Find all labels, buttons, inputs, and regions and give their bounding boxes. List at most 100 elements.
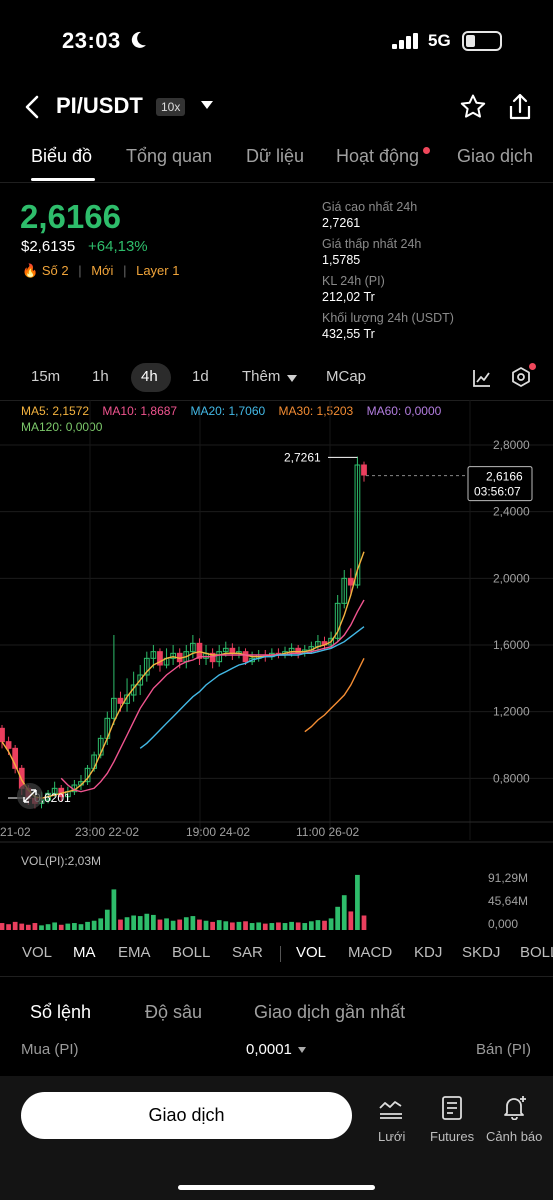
sell-column-label: Bán (PI) <box>476 1041 532 1058</box>
volume-bar <box>151 914 156 930</box>
chart-settings-icon[interactable] <box>510 366 532 390</box>
indicator-kdj[interactable]: KDJ <box>414 944 442 961</box>
volume-bar <box>170 920 176 930</box>
stat-vol-usdt-label: Khối lượng 24h (USDT) <box>322 311 454 325</box>
volume-bar <box>256 922 262 930</box>
favorite-star-icon[interactable] <box>459 93 487 121</box>
volume-bar <box>295 922 301 930</box>
timeframe-1d[interactable]: 1d <box>192 368 209 385</box>
volume-bar <box>322 920 327 930</box>
volume-bar <box>6 924 11 930</box>
divider <box>0 182 553 183</box>
volume-bar <box>302 923 308 930</box>
active-tab-indicator <box>31 178 95 181</box>
volume-bar <box>289 921 294 930</box>
tab-recent-trades[interactable]: Giao dịch gần nhất <box>254 1002 405 1023</box>
volume-bar <box>111 889 117 930</box>
candle-down <box>117 697 124 704</box>
indicator-sar[interactable]: SAR <box>232 944 263 961</box>
trade-button[interactable]: Giao dịch <box>21 1092 352 1139</box>
tab-activity[interactable]: Hoạt động <box>336 146 419 167</box>
volume-bar <box>282 923 288 930</box>
volume-bar <box>98 918 104 930</box>
timeframe-mcap[interactable]: MCap <box>326 368 366 385</box>
indicator-boll[interactable]: BOLL <box>172 944 210 961</box>
volume-bar <box>65 923 71 930</box>
signal-icon <box>392 33 418 49</box>
candle-down <box>295 647 302 654</box>
volume-bar <box>355 874 360 930</box>
volume-bar <box>203 920 209 930</box>
indicator-icon[interactable] <box>471 367 493 389</box>
stat-vol-pi-label: KL 24h (PI) <box>322 274 385 288</box>
volume-bar <box>12 921 18 930</box>
volume-bar <box>118 919 123 930</box>
alert-bell-icon[interactable] <box>501 1094 529 1120</box>
volume-bar <box>131 915 137 930</box>
home-indicator <box>178 1185 375 1190</box>
buy-column-label: Mua (PI) <box>21 1041 79 1058</box>
volume-bar <box>72 923 77 930</box>
tab-order-book[interactable]: Sổ lệnh <box>30 1002 91 1023</box>
pair-dropdown-icon[interactable] <box>201 101 213 109</box>
timeframe-15m[interactable]: 15m <box>31 368 60 385</box>
volume-bar <box>197 919 202 930</box>
volume-bar <box>315 920 321 930</box>
indicator-skdj[interactable]: SKDJ <box>462 944 500 961</box>
tag-layer[interactable]: Layer 1 <box>136 263 179 278</box>
indicator-macd[interactable]: MACD <box>348 944 392 961</box>
pair-title[interactable]: PI/USDT <box>56 93 143 119</box>
indicator-sub-boll[interactable]: BOLL <box>520 944 553 961</box>
candle-down <box>0 727 5 743</box>
tab-chart[interactable]: Biểu đồ <box>31 146 92 167</box>
volume-bar <box>249 923 255 930</box>
volume-bar <box>216 920 222 930</box>
volume-bar <box>104 909 110 930</box>
fire-icon: 🔥 <box>22 263 39 278</box>
chevron-down-icon[interactable] <box>298 1047 306 1053</box>
tag-row: 🔥 Số 2 | Mới | Layer 1 <box>22 263 179 279</box>
volume-bar <box>39 925 44 930</box>
back-icon[interactable] <box>22 94 42 120</box>
indicator-sub-vol[interactable]: VOL <box>296 944 326 961</box>
volume-bar <box>52 922 58 930</box>
share-icon[interactable] <box>507 92 533 122</box>
timeframe-more[interactable]: Thêm <box>242 368 280 385</box>
volume-bar <box>223 921 229 930</box>
nav-futures-label[interactable]: Futures <box>430 1129 474 1144</box>
indicator-ema[interactable]: EMA <box>118 944 151 961</box>
chevron-down-icon[interactable] <box>287 375 297 382</box>
grid-bot-icon[interactable] <box>378 1096 404 1120</box>
stat-high-label: Giá cao nhất 24h <box>322 200 418 214</box>
volume-bar <box>0 923 5 930</box>
nav-grid-label[interactable]: Lưới <box>378 1129 405 1144</box>
nav-alert-label[interactable]: Cảnh báo <box>486 1129 542 1144</box>
tab-data[interactable]: Dữ liệu <box>246 146 304 167</box>
volume-bar <box>144 913 150 930</box>
volume-bar <box>19 923 25 930</box>
tag-new[interactable]: Mới <box>91 263 113 278</box>
volume-bar <box>243 921 248 930</box>
timeframe-1h[interactable]: 1h <box>92 368 109 385</box>
volume-axis-label: 0,000 <box>488 917 518 931</box>
tab-overview[interactable]: Tổng quan <box>126 146 212 167</box>
indicator-ma[interactable]: MA <box>73 944 96 961</box>
tag-separator: | <box>123 263 127 278</box>
precision-selector[interactable]: 0,0001 <box>246 1041 292 1058</box>
stat-high-value: 2,7261 <box>322 216 361 230</box>
candle-down <box>361 464 367 476</box>
tag-rank[interactable]: Số 2 <box>42 263 69 278</box>
timeframe-4h[interactable]: 4h <box>141 368 158 385</box>
futures-icon[interactable] <box>440 1095 466 1121</box>
volume-bar <box>308 921 314 930</box>
ma5-line <box>1 551 365 800</box>
tab-depth[interactable]: Độ sâu <box>145 1002 202 1023</box>
indicator-vol[interactable]: VOL <box>22 944 52 961</box>
battery-icon <box>462 31 502 51</box>
volume-bar <box>91 920 97 930</box>
ma10-line <box>60 599 365 793</box>
volume-bar <box>262 923 268 930</box>
tab-trade[interactable]: Giao dịch <box>457 146 533 167</box>
volume-bar <box>164 918 169 930</box>
network-type: 5G <box>428 31 451 50</box>
